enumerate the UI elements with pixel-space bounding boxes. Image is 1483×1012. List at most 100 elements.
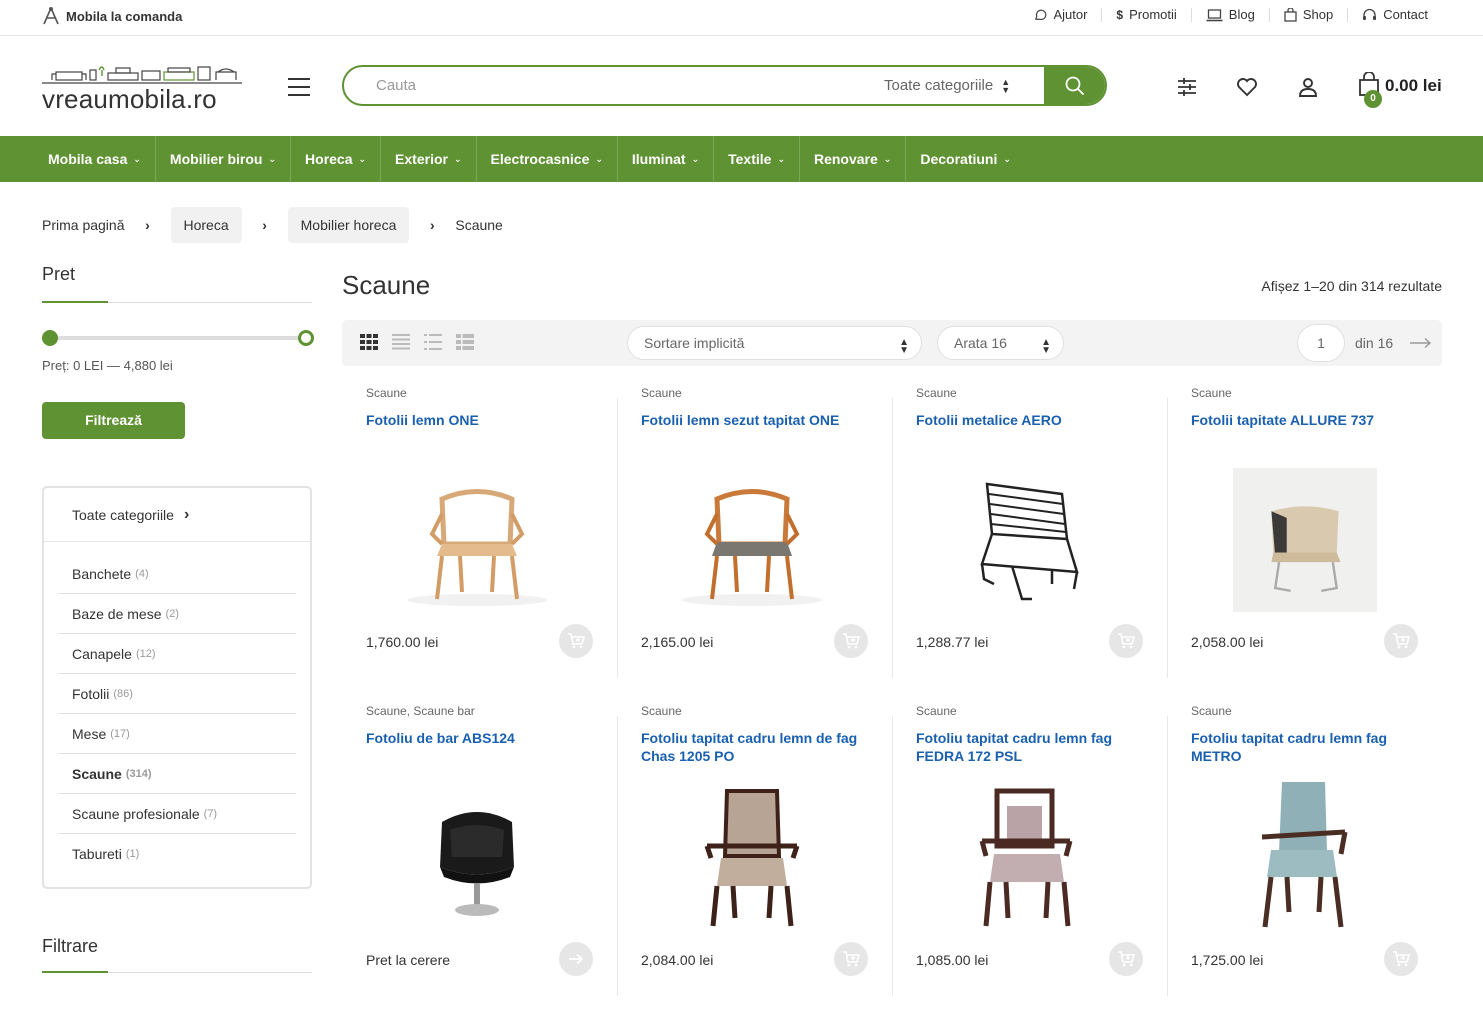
product-card[interactable]: Scaune, Scaune bar Fotoliu de bar ABS124…: [342, 694, 617, 1012]
product-name[interactable]: Fotolii lemn ONE: [366, 411, 598, 429]
top-link-ajutor[interactable]: Ajutor: [1020, 8, 1101, 22]
product-name[interactable]: Fotolii metalice AERO: [916, 411, 1148, 429]
product-category[interactable]: Scaune: [641, 704, 682, 718]
all-categories-link[interactable]: Toate categoriile ›: [44, 488, 310, 542]
category-count: (86): [113, 687, 133, 700]
menu-item-iluminat[interactable]: Iluminat ⌄: [618, 136, 715, 182]
product-category[interactable]: Scaune, Scaune bar: [366, 704, 475, 718]
per-page-select[interactable]: Arata 16 ▲ ▼: [937, 326, 1064, 360]
menu-item-mobila-casa[interactable]: Mobila casa ⌄: [34, 136, 156, 182]
add-to-cart-button[interactable]: [834, 942, 868, 976]
add-to-cart-button[interactable]: [1384, 624, 1418, 658]
category-item[interactable]: Mese (17): [58, 714, 296, 754]
product-category[interactable]: Scaune: [916, 704, 957, 718]
product-name[interactable]: Fotoliu de bar ABS124: [366, 729, 598, 747]
grid-view-icon[interactable]: [360, 334, 378, 350]
updown-arrow-icon: ▲ ▼: [1001, 76, 1011, 95]
menu-item-electrocasnice[interactable]: Electrocasnice ⌄: [477, 136, 618, 182]
leather-swivel-chair-image[interactable]: [402, 782, 552, 932]
filter-button[interactable]: Filtrează: [42, 402, 185, 439]
product-category[interactable]: Scaune: [1191, 386, 1232, 400]
menu-item-mobilier-birou[interactable]: Mobilier birou ⌄: [156, 136, 292, 182]
add-to-cart-button[interactable]: [1109, 942, 1143, 976]
category-item[interactable]: Banchete (4): [58, 554, 296, 594]
product-card[interactable]: Scaune Fotoliu tapitat cadru lemn fag FE…: [892, 694, 1167, 1012]
category-count: (1): [125, 848, 140, 860]
price-slider-max-handle[interactable]: [298, 330, 314, 346]
category-count: (12): [135, 647, 156, 660]
product-category[interactable]: Scaune: [366, 386, 407, 400]
beech-armchair-beige-image[interactable]: [677, 786, 827, 936]
product-name[interactable]: Fotoliu tapitat cadru lemn de fag Chas 1…: [641, 729, 873, 765]
category-item[interactable]: Scaune profesionale (7): [58, 794, 296, 834]
hamburger-menu-icon[interactable]: [288, 78, 310, 96]
product-name[interactable]: Fotolii lemn sezut tapitat ONE: [641, 411, 873, 429]
cart-button[interactable]: 0: [1358, 71, 1382, 108]
search-category-select[interactable]: Toate categoriile ▲ ▼: [874, 67, 1044, 104]
wishlist-button[interactable]: [1236, 76, 1258, 103]
top-link-shop[interactable]: Shop: [1268, 8, 1347, 22]
category-item[interactable]: Baze de mese (2): [58, 594, 296, 634]
tub-chair-image[interactable]: [1233, 468, 1377, 612]
category-item-active[interactable]: Scaune (314): [58, 754, 296, 794]
top-brand[interactable]: Mobila la comanda: [42, 6, 182, 26]
search-input[interactable]: Cauta: [344, 67, 874, 104]
list-view-icon[interactable]: [392, 334, 410, 350]
sort-select[interactable]: Sortare implicită ▲ ▼: [627, 326, 922, 360]
product-name[interactable]: Fotoliu tapitat cadru lemn fag METRO: [1191, 729, 1423, 765]
menu-item-textile[interactable]: Textile ⌄: [714, 136, 800, 182]
cart-total[interactable]: 0.00 lei: [1385, 76, 1442, 96]
product-category[interactable]: Scaune: [1191, 704, 1232, 718]
metal-chair-image[interactable]: [952, 464, 1102, 614]
category-item[interactable]: Tabureti (1): [58, 834, 296, 874]
search-category-label: Toate categoriile: [884, 77, 994, 94]
product-category[interactable]: Scaune: [641, 386, 682, 400]
add-to-cart-button[interactable]: [1384, 942, 1418, 976]
top-link-promotii[interactable]: $ Promotii: [1101, 8, 1190, 22]
compact-list-view-icon[interactable]: [456, 334, 474, 350]
compare-button[interactable]: [1176, 76, 1198, 103]
add-to-cart-button[interactable]: [834, 624, 868, 658]
product-name[interactable]: Fotoliu tapitat cadru lemn fag FEDRA 172…: [916, 729, 1148, 765]
read-more-button[interactable]: [559, 942, 593, 976]
top-link-blog[interactable]: Blog: [1190, 8, 1269, 22]
product-card[interactable]: Scaune Fotolii lemn sezut tapitat ONE 2,…: [617, 376, 892, 694]
breadcrumb-mobilier-horeca[interactable]: Mobilier horeca: [287, 207, 410, 243]
breadcrumb-horeca[interactable]: Horeca: [170, 207, 242, 243]
product-card[interactable]: Scaune Fotoliu tapitat cadru lemn fag ME…: [1167, 694, 1442, 1012]
category-item[interactable]: Fotolii (86): [58, 674, 296, 714]
beech-armchair-pink-image[interactable]: [952, 786, 1102, 936]
menu-item-decoratiuni[interactable]: Decoratiuni ⌄: [906, 136, 1025, 182]
price-slider-min-handle[interactable]: [42, 330, 58, 346]
wood-armchair-image[interactable]: [402, 464, 552, 614]
product-card[interactable]: Scaune Fotoliu tapitat cadru lemn de fag…: [617, 694, 892, 1012]
wood-armchair-upholstered-image[interactable]: [677, 464, 827, 614]
breadcrumb-home[interactable]: Prima pagină: [42, 217, 125, 233]
price-slider[interactable]: [42, 330, 314, 346]
category-list: Banchete (4) Baze de mese (2) Canapele (12)…: [44, 542, 310, 874]
beech-armchair-blue-image[interactable]: [1227, 782, 1377, 932]
top-link-contact[interactable]: Contact: [1347, 8, 1442, 22]
add-to-cart-button[interactable]: [559, 624, 593, 658]
category-name: Baze de mese: [72, 605, 162, 622]
category-item[interactable]: Canapele (12): [58, 634, 296, 674]
breadcrumb-current: Scaune: [455, 217, 503, 233]
search-button[interactable]: [1044, 67, 1105, 104]
account-button[interactable]: [1297, 76, 1319, 103]
product-name[interactable]: Fotolii tapitate ALLURE 737: [1191, 411, 1423, 429]
product-card[interactable]: Scaune Fotolii metalice AERO 1,288.77 le…: [892, 376, 1167, 694]
chevron-right-icon: ›: [145, 217, 150, 233]
product-card[interactable]: Scaune Fotolii tapitate ALLURE 737 2,058…: [1167, 376, 1442, 694]
menu-label: Horeca: [305, 151, 353, 167]
product-category[interactable]: Scaune: [916, 386, 957, 400]
menu-item-renovare[interactable]: Renovare ⌄: [800, 136, 907, 182]
menu-item-horeca[interactable]: Horeca ⌄: [291, 136, 382, 182]
product-card[interactable]: Scaune Fotolii lemn ONE 1,760.00 lei: [342, 376, 617, 694]
page-number-input[interactable]: 1: [1297, 324, 1345, 362]
menu-item-exterior[interactable]: Exterior ⌄: [381, 136, 477, 182]
top-brand-label: Mobila la comanda: [66, 8, 183, 24]
detailed-list-view-icon[interactable]: [424, 334, 442, 350]
top-link-label: Promotii: [1129, 7, 1177, 22]
arrow-right-icon[interactable]: [1409, 337, 1433, 349]
add-to-cart-button[interactable]: [1109, 624, 1143, 658]
